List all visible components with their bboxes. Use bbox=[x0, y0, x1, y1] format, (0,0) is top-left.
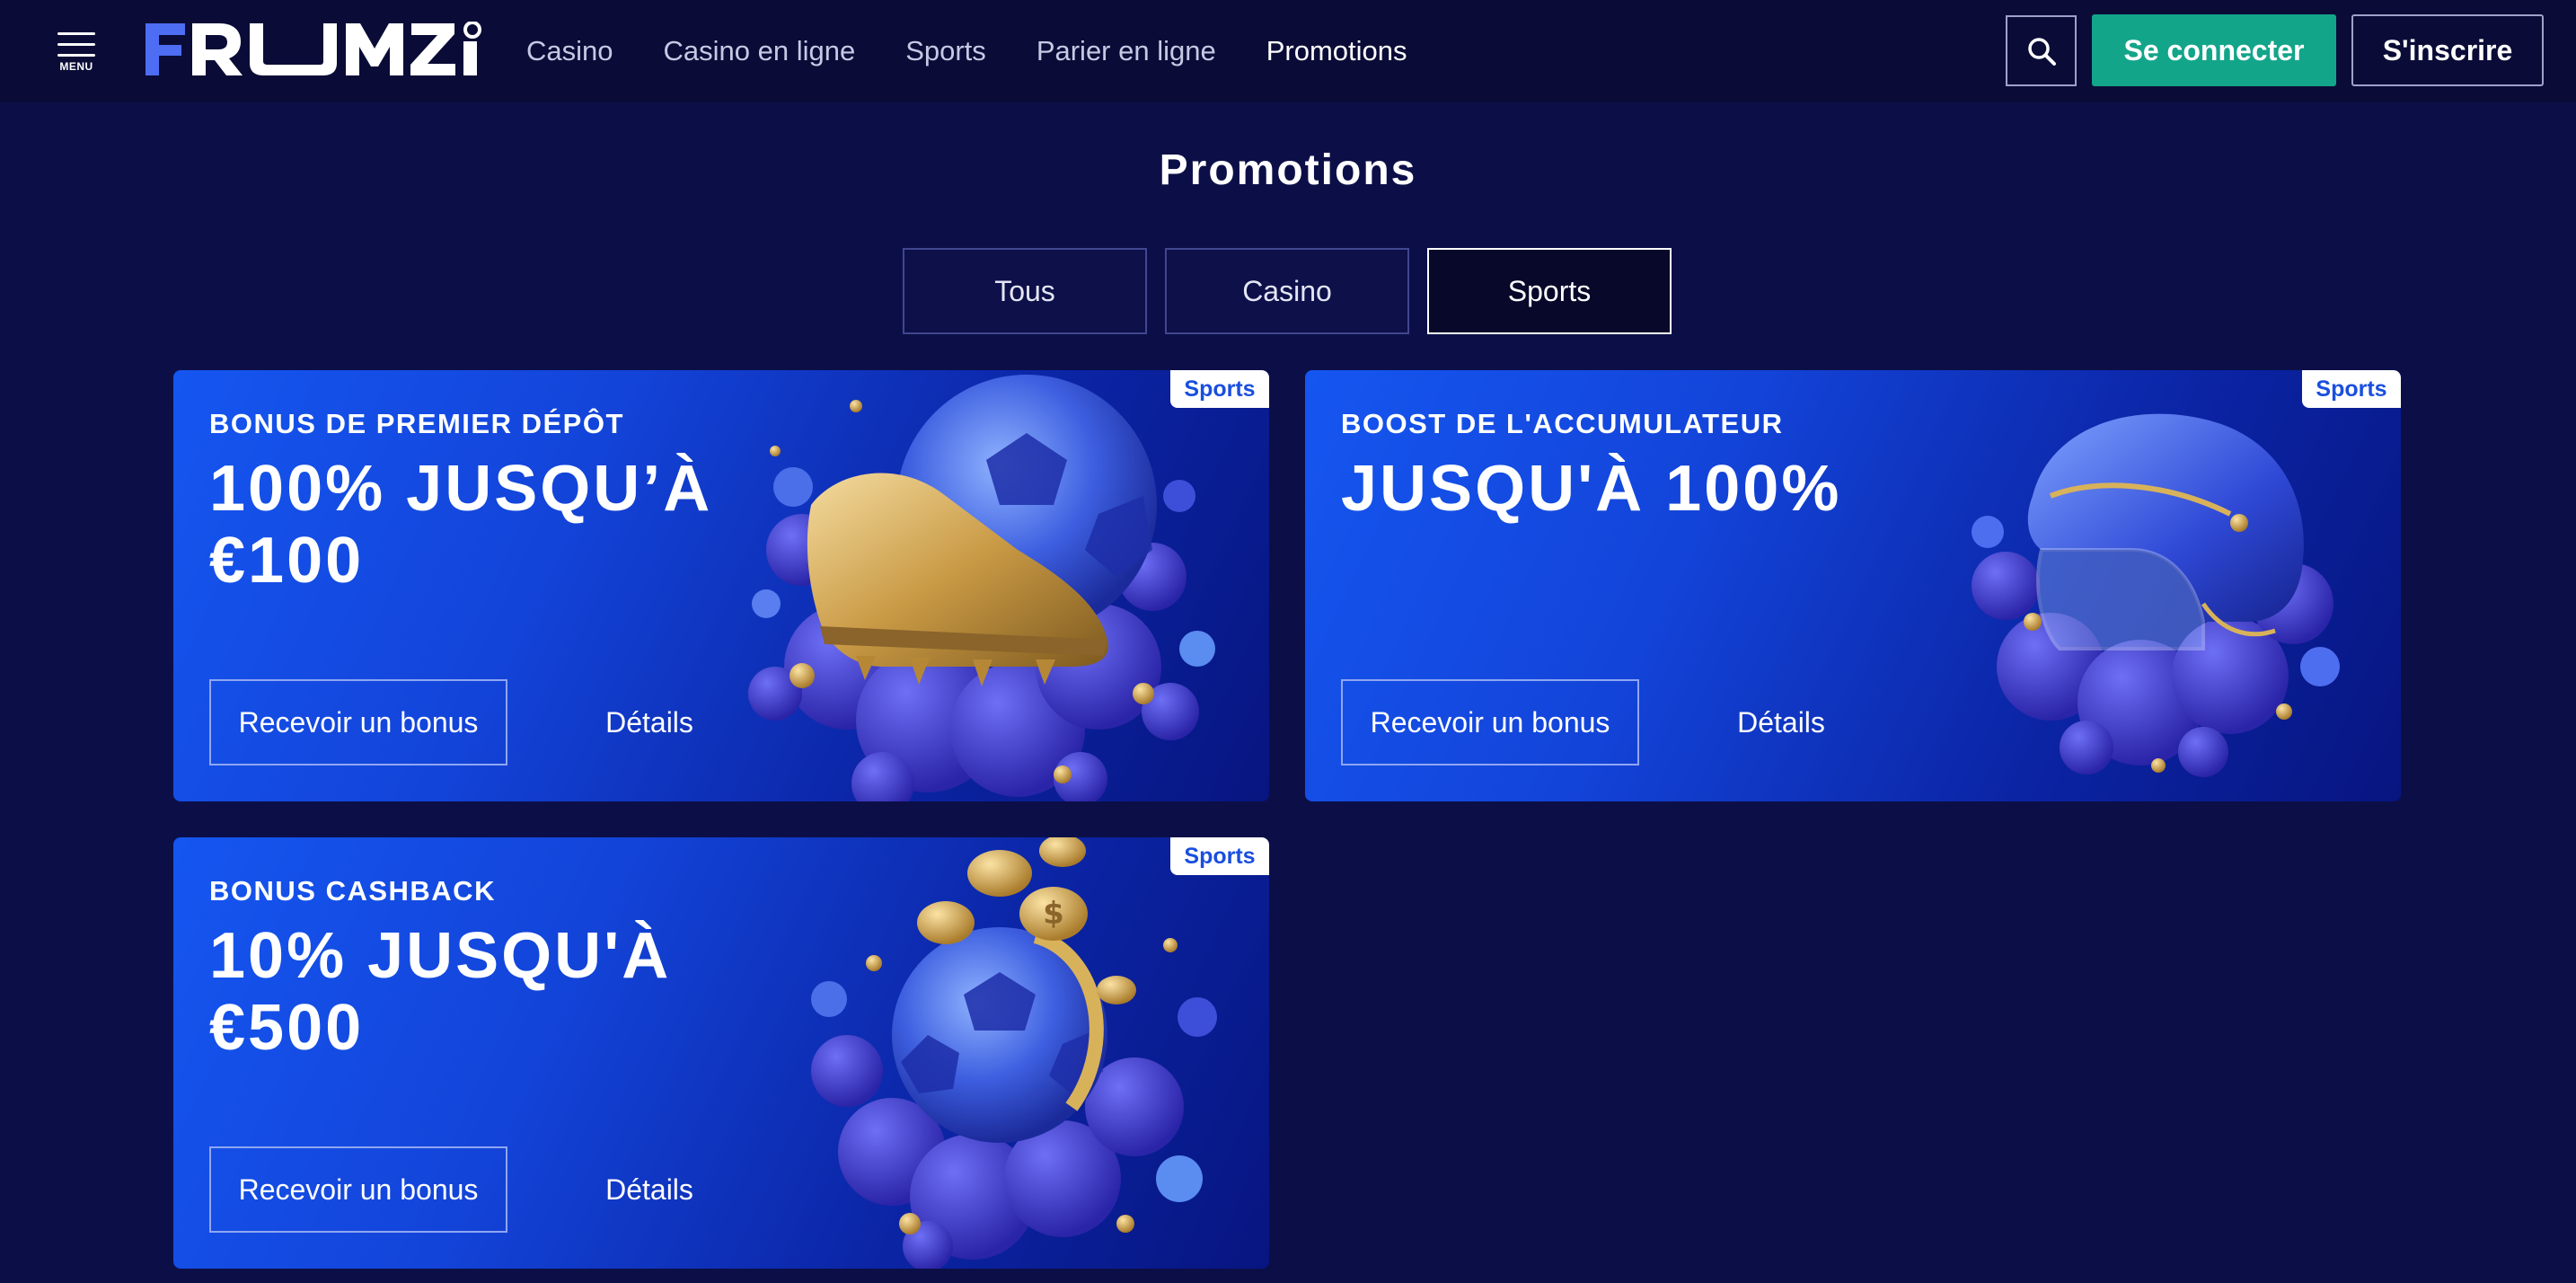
receive-bonus-button[interactable]: Recevoir un bonus bbox=[209, 679, 507, 765]
promo-card-cashback: $ Sports BONUS CASHBACK 10% JUSQU'À €500… bbox=[173, 837, 1269, 1269]
frumzi-logo[interactable] bbox=[144, 22, 485, 79]
details-link[interactable]: Détails bbox=[1718, 679, 1844, 765]
hamburger-bar bbox=[57, 54, 95, 57]
promo-subtitle: BONUS CASHBACK bbox=[209, 875, 496, 907]
menu-button[interactable]: MENU bbox=[56, 31, 97, 73]
promo-subtitle: BOOST DE L'ACCUMULATEUR bbox=[1341, 408, 1784, 439]
football-coins-illustration: $ bbox=[811, 837, 1217, 1269]
search-icon bbox=[2027, 37, 2056, 66]
receive-bonus-button[interactable]: Recevoir un bonus bbox=[209, 1146, 507, 1233]
register-button[interactable]: S'inscrire bbox=[2351, 14, 2544, 86]
receive-bonus-button[interactable]: Recevoir un bonus bbox=[1341, 679, 1639, 765]
nav-item-casino-en-ligne[interactable]: Casino en ligne bbox=[664, 35, 856, 67]
dollar-glyph: $ bbox=[1043, 896, 1064, 932]
hockey-helmet-illustration bbox=[1972, 413, 2340, 777]
hamburger-bar bbox=[57, 43, 95, 46]
tab-tous[interactable]: Tous bbox=[903, 248, 1147, 334]
promo-headline: 100% JUSQU’À €100 bbox=[209, 453, 713, 597]
menu-label: MENU bbox=[59, 60, 93, 73]
hamburger-menu-icon bbox=[57, 32, 95, 35]
details-link[interactable]: Détails bbox=[587, 1146, 712, 1233]
golden-boot-football-illustration bbox=[748, 375, 1215, 801]
category-badge: Sports bbox=[1170, 837, 1269, 875]
page-title: Promotions bbox=[1159, 146, 1417, 194]
category-badge: Sports bbox=[1170, 370, 1269, 408]
category-badge: Sports bbox=[2302, 370, 2401, 408]
main-nav: Casino Casino en ligne Sports Parier en … bbox=[526, 0, 1407, 102]
promo-headline: JUSQU'À 100% bbox=[1341, 453, 1842, 525]
promo-card-accumulator-boost: Sports BOOST DE L'ACCUMULATEUR JUSQU'À 1… bbox=[1305, 370, 2401, 801]
search-button[interactable] bbox=[2006, 15, 2077, 86]
nav-item-parier-en-ligne[interactable]: Parier en ligne bbox=[1037, 35, 1216, 67]
login-button[interactable]: Se connecter bbox=[2092, 14, 2336, 86]
promo-card-first-deposit: Sports BONUS DE PREMIER DÉPÔT 100% JUSQU… bbox=[173, 370, 1269, 801]
promo-subtitle: BONUS DE PREMIER DÉPÔT bbox=[209, 408, 624, 439]
tab-sports[interactable]: Sports bbox=[1427, 248, 1672, 334]
nav-item-sports[interactable]: Sports bbox=[905, 35, 986, 67]
site-header: MENU Casino Casino en ligne Sports Parie… bbox=[0, 0, 2576, 102]
nav-item-casino[interactable]: Casino bbox=[526, 35, 613, 67]
details-link[interactable]: Détails bbox=[587, 679, 712, 765]
promo-headline: 10% JUSQU'À €500 bbox=[209, 920, 672, 1064]
tab-casino[interactable]: Casino bbox=[1165, 248, 1409, 334]
nav-item-promotions[interactable]: Promotions bbox=[1266, 35, 1407, 67]
